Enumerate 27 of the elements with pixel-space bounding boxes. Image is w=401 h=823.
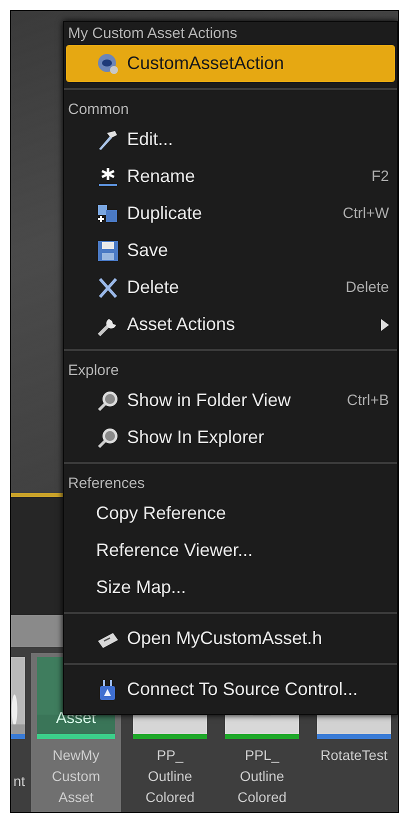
menu-item[interactable]: Copy Reference — [66, 495, 395, 532]
menu-item[interactable]: Show In Explorer — [66, 419, 395, 456]
asset-name: PPL_ Outline Colored — [236, 746, 288, 807]
menu-item[interactable]: Delete Delete — [66, 269, 395, 306]
menu-item[interactable]: Duplicate Ctrl+W — [66, 195, 395, 232]
disc-icon — [95, 52, 121, 76]
menu-item[interactable]: Rename F2 — [66, 158, 395, 195]
menu-item[interactable]: CustomAssetAction — [66, 45, 395, 82]
menu-item[interactable]: Edit... — [66, 121, 395, 158]
asset-name: NewMy Custom Asset — [50, 746, 102, 807]
section-heading: References — [67, 474, 146, 494]
asset-tile[interactable]: nt — [11, 653, 25, 798]
asset-name: PP_ Outline Colored — [144, 746, 196, 807]
menu-item[interactable]: Save — [66, 232, 395, 269]
asset-name: RotateTest — [320, 746, 388, 765]
section-heading: My Custom Asset Actions — [67, 24, 238, 44]
shortcut-text: Delete — [346, 279, 389, 296]
menu-item[interactable]: Asset Actions — [66, 306, 395, 343]
shortcut-text: Ctrl+W — [342, 205, 389, 222]
menu-item[interactable]: Size Map... — [66, 569, 395, 606]
shortcut-text: Ctrl+B — [346, 392, 389, 409]
menu-item[interactable]: Reference Viewer... — [66, 532, 395, 569]
section-heading: Explore — [67, 361, 120, 381]
section-heading: Common — [67, 100, 130, 120]
menu-item[interactable]: Show in Folder View Ctrl+B — [66, 382, 395, 419]
shortcut-text: F2 — [371, 168, 389, 185]
asset-name: nt — [12, 772, 25, 791]
